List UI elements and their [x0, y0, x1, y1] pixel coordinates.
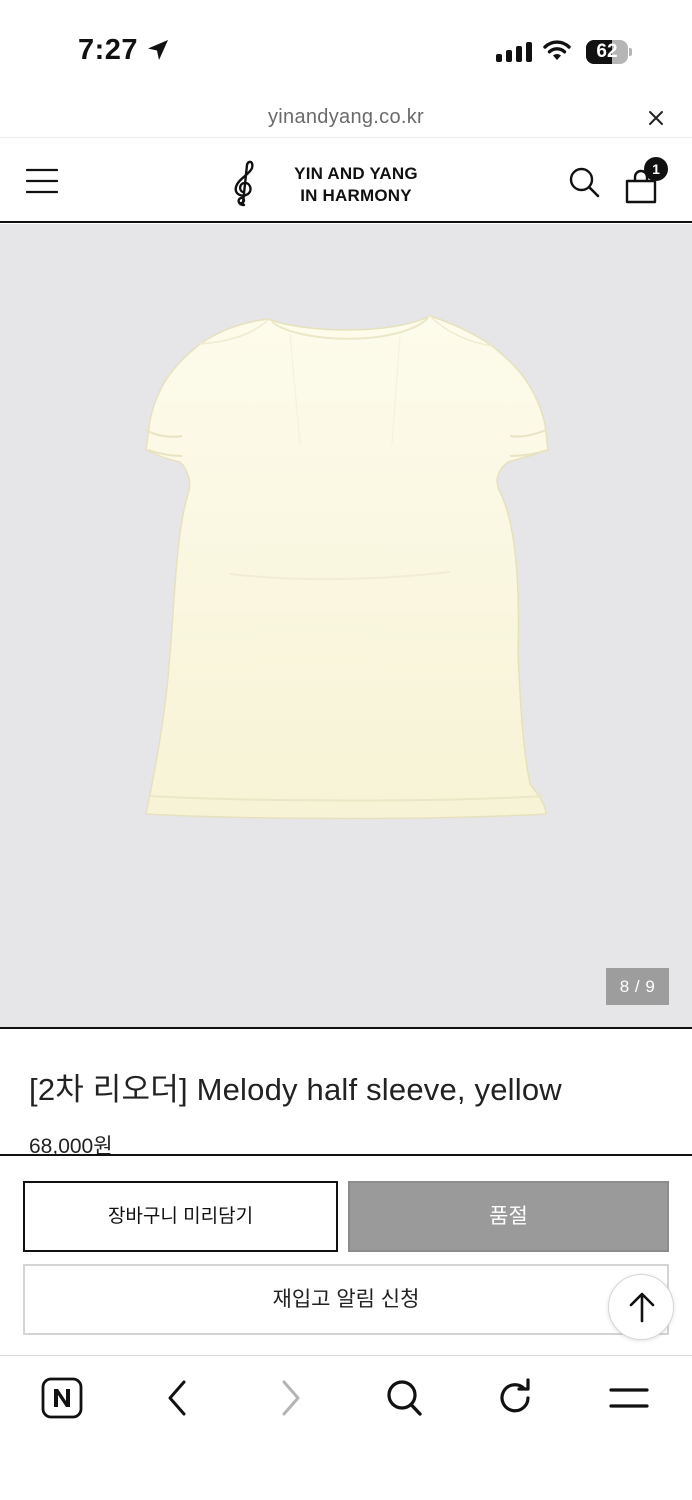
search-icon — [387, 1380, 422, 1416]
browser-search-button[interactable] — [384, 1377, 428, 1421]
chevron-left-icon — [168, 1380, 186, 1416]
add-to-cart-button[interactable]: 장바구니 미리담기 — [23, 1181, 338, 1252]
logo-line-1: YIN AND YANG — [294, 164, 418, 183]
forward-button[interactable] — [278, 1377, 322, 1421]
site-logo[interactable]: YIN AND YANG IN HARMONY — [282, 163, 430, 207]
menu-icon — [609, 1388, 649, 1408]
browser-url-bar[interactable]: yinandyang.co.kr — [0, 100, 692, 138]
reload-icon — [500, 1378, 530, 1413]
browser-toolbar — [0, 1357, 692, 1500]
treble-clef-icon[interactable] — [226, 159, 260, 207]
wifi-icon — [543, 40, 571, 60]
chevron-right-icon — [282, 1380, 300, 1416]
product-shirt-image[interactable] — [0, 224, 692, 1028]
status-bar: 7:27 62 — [0, 0, 692, 100]
status-time: 7:27 — [78, 34, 139, 66]
cellular-signal-icon — [496, 42, 532, 62]
hamburger-icon[interactable] — [26, 168, 58, 194]
logo-line-2: IN HARMONY — [300, 186, 412, 205]
restock-alert-button[interactable]: 재입고 알림 신청 — [23, 1264, 669, 1335]
image-counter: 8 / 9 — [606, 968, 669, 1005]
scroll-to-top-button[interactable] — [608, 1274, 674, 1340]
product-image-gallery[interactable]: 8 / 9 — [0, 224, 692, 1028]
divider — [0, 1027, 692, 1029]
url-text[interactable]: yinandyang.co.kr — [0, 106, 692, 129]
home-button[interactable] — [41, 1377, 85, 1421]
reload-button[interactable] — [496, 1377, 540, 1421]
sold-out-button[interactable]: 품절 — [348, 1181, 669, 1252]
cart-count-badge: 1 — [644, 157, 668, 181]
browser-menu-button[interactable] — [608, 1377, 652, 1421]
battery-percent: 62 — [596, 41, 618, 62]
product-title: [2차 리오더] Melody half sleeve, yellow — [29, 1072, 562, 1107]
back-button[interactable] — [164, 1377, 208, 1421]
site-header: YIN AND YANG IN HARMONY 1 — [0, 139, 692, 223]
naver-n-icon — [41, 1377, 83, 1419]
arrow-up-icon — [629, 1292, 655, 1323]
close-icon[interactable] — [646, 108, 666, 128]
location-arrow-icon — [148, 40, 168, 60]
search-icon[interactable] — [568, 166, 600, 198]
cart-button[interactable]: 1 — [624, 157, 668, 204]
battery-indicator: 62 — [586, 40, 632, 64]
purchase-action-panel: 장바구니 미리담기 품절 재입고 알림 신청 — [0, 1154, 692, 1356]
